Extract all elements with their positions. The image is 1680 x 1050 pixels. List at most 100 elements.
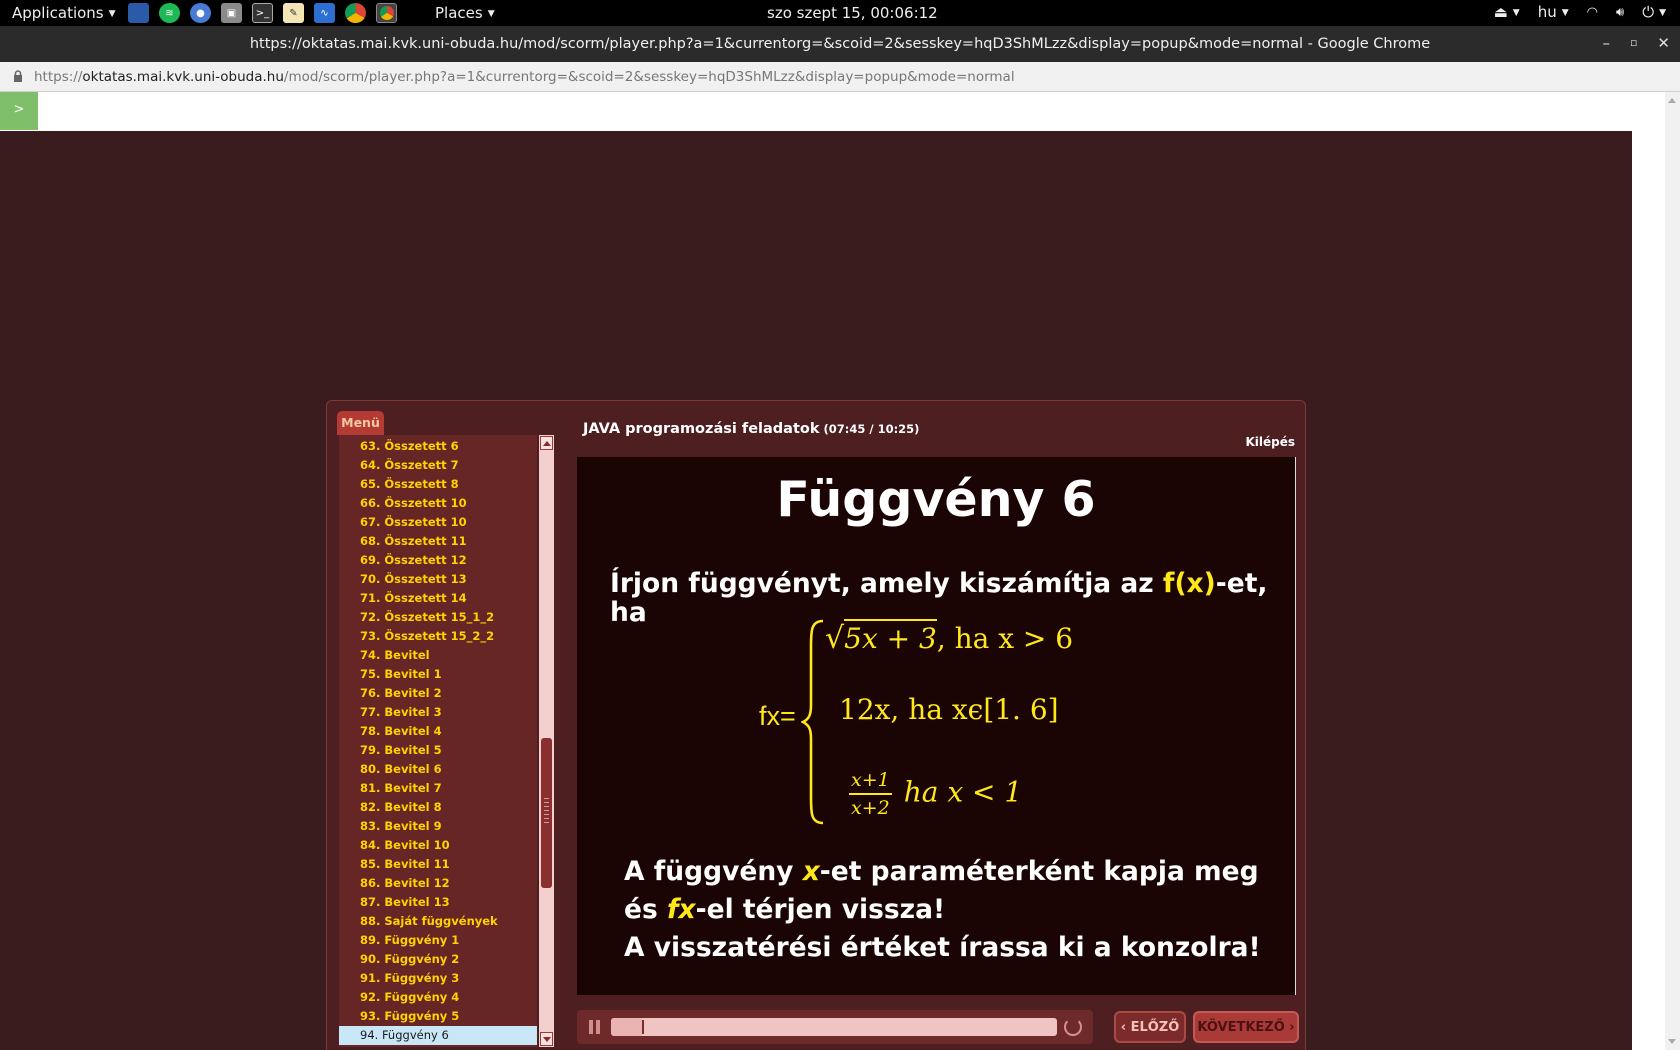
- keyboard-layout[interactable]: hu ▼: [1538, 3, 1569, 21]
- note2-b: -el térjen vissza!: [695, 894, 946, 925]
- toc-toggle-button[interactable]: >: [0, 92, 38, 130]
- player-stage: Menü 63. Összetett 6 64. Összetett 7 65. Ö…: [0, 131, 1632, 1050]
- menu-item[interactable]: 71. Összetett 14: [339, 589, 537, 608]
- menu-item[interactable]: 80. Bevitel 6: [339, 760, 537, 779]
- course-title: JAVA programozási feladatok (07:45 / 10:2…: [583, 421, 919, 437]
- monitor-icon[interactable]: [128, 3, 149, 23]
- chromium-icon[interactable]: ●: [190, 3, 211, 23]
- task-highlight: f(x): [1162, 568, 1216, 599]
- spotify-icon[interactable]: ≋: [159, 3, 180, 23]
- note1-x: x: [802, 856, 820, 887]
- menu-item[interactable]: 70. Összetett 13: [339, 570, 537, 589]
- menu-item[interactable]: 74. Bevitel: [339, 646, 537, 665]
- system-monitor-icon[interactable]: ∿: [314, 3, 335, 23]
- task-pre: Írjon függvényt, amely kiszámítja az: [610, 568, 1163, 599]
- menu-item[interactable]: 73. Összetett 15_2_2: [339, 627, 537, 646]
- eject-icon[interactable]: ⏏ ▼: [1494, 3, 1520, 21]
- course-time: (07:45 / 10:25): [823, 422, 920, 436]
- scroll-down-button[interactable]: [540, 1032, 553, 1046]
- slide-notes: A függvény x-et paraméterként kapja meg …: [624, 853, 1284, 967]
- menu-item[interactable]: 89. Függvény 1: [339, 931, 537, 950]
- menu-item[interactable]: 77. Bevitel 3: [339, 703, 537, 722]
- window-title: https://oktatas.mai.kvk.uni-obuda.hu/mod…: [249, 36, 1431, 52]
- menu-item[interactable]: 76. Bevitel 2: [339, 684, 537, 703]
- chrome-icon[interactable]: [345, 3, 366, 23]
- top-panel: Applications ▼ ≋ ● ▣ >_ ✎ ∿ Places ▼ szo s…: [0, 0, 1680, 26]
- menu-item[interactable]: 72. Összetett 15_1_2: [339, 608, 537, 627]
- menu-item[interactable]: 86. Bevitel 12: [339, 874, 537, 893]
- menu-item[interactable]: 79. Bevitel 5: [339, 741, 537, 760]
- places-label: Places: [435, 4, 483, 22]
- chevron-left-icon: ‹: [1120, 1020, 1131, 1035]
- scorm-player: Menü 63. Összetett 6 64. Összetett 7 65. Ö…: [326, 400, 1306, 1050]
- formula-case-3: x+1 x+2 ha x < 1: [849, 767, 1022, 821]
- maximize-icon[interactable]: ▫: [1630, 34, 1637, 52]
- scroll-thumb[interactable]: [541, 738, 552, 888]
- terminal-icon[interactable]: >_: [252, 3, 273, 23]
- case1-radicand: 5x + 3: [844, 619, 937, 655]
- menu-tab[interactable]: Menü: [337, 411, 384, 435]
- window-titlebar: https://oktatas.mai.kvk.uni-obuda.hu/mod…: [0, 26, 1680, 62]
- package-icon[interactable]: ▣: [221, 3, 242, 23]
- menu-item[interactable]: 69. Összetett 12: [339, 551, 537, 570]
- menu-item[interactable]: 81. Bevitel 7: [339, 779, 537, 798]
- url-host: oktatas.mai.kvk.uni-obuda.hu: [82, 69, 284, 85]
- chevron-down-icon: ▼: [487, 9, 495, 19]
- note2-fx: fx: [666, 894, 696, 925]
- menu-item[interactable]: 85. Bevitel 11: [339, 855, 537, 874]
- menu-scrollbar[interactable]: [539, 435, 554, 1047]
- menu-item[interactable]: 92. Függvény 4: [339, 988, 537, 1007]
- menu-item[interactable]: 91. Függvény 3: [339, 969, 537, 988]
- case3-numerator: x+1: [849, 767, 892, 795]
- menu-item[interactable]: 94. Függvény 6: [339, 1026, 537, 1045]
- menu-item[interactable]: 63. Összetett 6: [339, 437, 537, 456]
- pause-icon[interactable]: [589, 1020, 601, 1034]
- menu-item[interactable]: 90. Függvény 2: [339, 950, 537, 969]
- case3-fraction: x+1 x+2: [849, 767, 892, 821]
- power-icon[interactable]: ⏻ ▼: [1642, 3, 1666, 21]
- url-text[interactable]: https://oktatas.mai.kvk.uni-obuda.hu/mod…: [34, 69, 1015, 85]
- menu-item[interactable]: 68. Összetett 11: [339, 532, 537, 551]
- slide-title: Függvény 6: [776, 471, 1096, 528]
- menu-item[interactable]: 84. Bevitel 10: [339, 836, 537, 855]
- address-bar[interactable]: https://oktatas.mai.kvk.uni-obuda.hu/mod…: [0, 62, 1680, 92]
- replay-icon[interactable]: [1064, 1018, 1082, 1036]
- brace-icon: [801, 619, 824, 825]
- next-label: KÖVETKEZŐ: [1197, 1020, 1285, 1035]
- text-editor-icon[interactable]: ✎: [283, 3, 304, 23]
- menu-item[interactable]: 87. Bevitel 13: [339, 893, 537, 912]
- clock[interactable]: szo szept 15, 00:06:12: [767, 4, 938, 22]
- note1-a: A függvény: [624, 856, 803, 887]
- close-icon[interactable]: ✕: [1657, 34, 1670, 52]
- menu-item[interactable]: 67. Összetett 10: [339, 513, 537, 532]
- menu-item[interactable]: 64. Összetett 7: [339, 456, 537, 475]
- wifi-icon[interactable]: ◠: [1587, 5, 1598, 20]
- menu-item[interactable]: 65. Összetett 8: [339, 475, 537, 494]
- scroll-down-icon[interactable]: [1668, 1039, 1676, 1044]
- menu-item[interactable]: 88. Saját függvények: [339, 912, 537, 931]
- applications-menu[interactable]: Applications ▼: [12, 4, 116, 22]
- next-button[interactable]: KÖVETKEZŐ ›: [1193, 1011, 1299, 1043]
- progress-bar[interactable]: [611, 1018, 1057, 1036]
- prev-button[interactable]: ‹ ELŐZŐ: [1114, 1011, 1186, 1043]
- scroll-up-button[interactable]: [540, 436, 553, 450]
- chevron-down-icon: ▼: [108, 9, 116, 19]
- menu-item[interactable]: 93. Függvény 5: [339, 1007, 537, 1026]
- places-menu[interactable]: Places ▼: [435, 4, 495, 22]
- volume-icon[interactable]: 🔊︎: [1616, 5, 1624, 20]
- chrome-active-icon[interactable]: [376, 3, 397, 23]
- menu-item[interactable]: 75. Bevitel 1: [339, 665, 537, 684]
- progress-marker[interactable]: [642, 1020, 645, 1034]
- exit-link[interactable]: Kilépés: [1245, 435, 1295, 449]
- menu-item[interactable]: 83. Bevitel 9: [339, 817, 537, 836]
- menu-list: 63. Összetett 6 64. Összetett 7 65. Összet…: [339, 435, 537, 1047]
- menu-item[interactable]: 66. Összetett 10: [339, 494, 537, 513]
- menu-item[interactable]: 78. Bevitel 4: [339, 722, 537, 741]
- page-scrollbar[interactable]: [1665, 92, 1680, 1050]
- scroll-up-icon[interactable]: [1668, 98, 1676, 103]
- case3-condition: ha x < 1: [903, 775, 1023, 809]
- launcher-tray: ≋ ● ▣ >_ ✎ ∿: [128, 3, 397, 23]
- menu-item[interactable]: 82. Bevitel 8: [339, 798, 537, 817]
- minimize-icon[interactable]: –: [1602, 34, 1610, 52]
- formula-case-2: 12x, ha xϵ[1. 6]: [839, 693, 1059, 726]
